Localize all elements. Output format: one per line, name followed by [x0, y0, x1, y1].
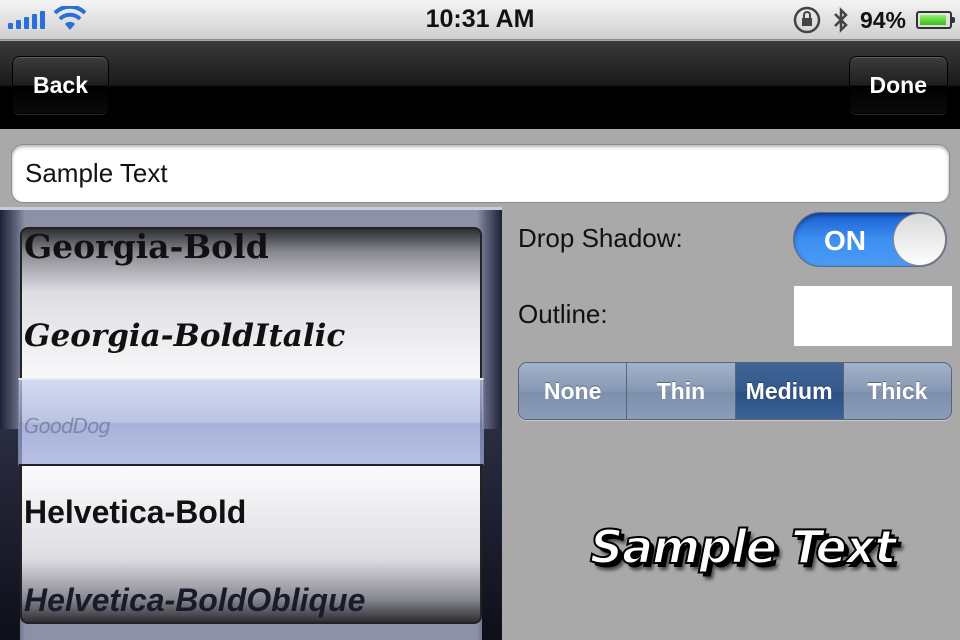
picker-row[interactable]: Helvetica-Bold — [24, 469, 246, 555]
picker-row[interactable]: Helvetica-BoldOblique — [24, 557, 365, 622]
segment-thin[interactable]: Thin — [627, 363, 736, 419]
done-button[interactable]: Done — [848, 56, 948, 114]
battery-icon — [916, 11, 955, 29]
outline-thickness-segmented-control[interactable]: None Thin Medium Thick — [518, 362, 952, 420]
navigation-bar: Back Done — [0, 41, 960, 129]
segment-thick[interactable]: Thick — [843, 363, 951, 419]
back-button[interactable]: Back — [12, 56, 109, 114]
picker-frame-left — [0, 429, 20, 640]
bluetooth-icon — [834, 6, 848, 34]
status-bar: 10:31 AM 94% — [0, 0, 960, 40]
picker-row[interactable]: Georgia-Bold — [24, 229, 269, 289]
font-picker[interactable]: Georgia-Bold Georgia-BoldItalic GoodDog … — [0, 207, 502, 640]
picker-top-edge — [0, 207, 502, 210]
sample-text-input[interactable]: Sample Text — [11, 144, 950, 203]
picker-frame-right — [482, 429, 502, 640]
segment-none[interactable]: None — [519, 363, 628, 419]
battery-percent: 94% — [859, 6, 906, 33]
sample-text-preview: Sample Text — [589, 519, 897, 575]
drop-shadow-toggle[interactable]: ON — [793, 212, 947, 267]
picker-selection-indicator — [18, 378, 484, 466]
drop-shadow-label: Drop Shadow: — [518, 223, 683, 253]
outline-label: Outline: — [518, 299, 608, 329]
picker-row[interactable]: Georgia-BoldItalic — [24, 293, 345, 379]
segment-medium[interactable]: Medium — [735, 363, 844, 419]
outline-color-swatch[interactable] — [794, 286, 952, 346]
rotation-lock-icon — [793, 6, 821, 34]
toggle-knob[interactable] — [893, 213, 946, 266]
toggle-state-label: ON — [824, 225, 866, 256]
